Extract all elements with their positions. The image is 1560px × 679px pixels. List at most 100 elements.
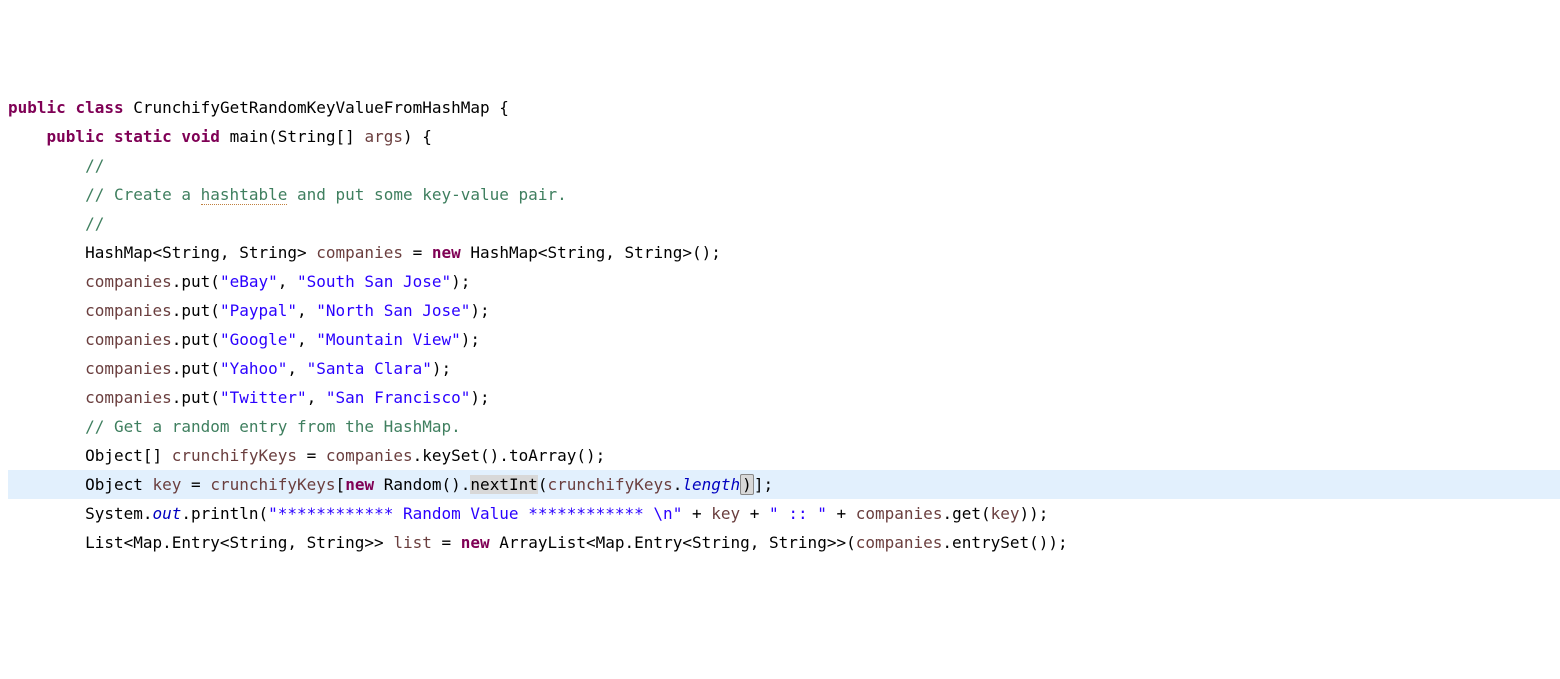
paren-close-highlight: ) — [740, 474, 754, 495]
end: ); — [461, 330, 480, 349]
method-name: main — [230, 127, 269, 146]
comma: , — [307, 388, 326, 407]
string-key: "Yahoo" — [220, 359, 287, 378]
ctor: HashMap<String, String>(); — [470, 243, 720, 262]
eq: = — [403, 243, 432, 262]
var-key: key — [153, 475, 182, 494]
var-companies: companies — [85, 272, 172, 291]
comma: , — [297, 301, 316, 320]
brace: { — [490, 98, 509, 117]
chain: .entrySet()); — [942, 533, 1067, 552]
code-line-7: companies.put("eBay", "South San Jose"); — [8, 267, 1560, 296]
type: HashMap<String, String> — [85, 243, 307, 262]
comment-warn: hashtable — [201, 185, 288, 205]
string-key: "Google" — [220, 330, 297, 349]
bracket-close: ]; — [754, 475, 773, 494]
field-length: length — [682, 475, 740, 494]
comment: // — [85, 214, 104, 233]
code-line-3: // — [8, 151, 1560, 180]
field-out: out — [153, 504, 182, 523]
nextint-highlight: nextInt — [470, 475, 537, 494]
type: List<Map.Entry<String, String>> — [85, 533, 384, 552]
put-call: .put( — [172, 272, 220, 291]
code-line-11: companies.put("Twitter", "San Francisco"… — [8, 383, 1560, 412]
string-val: "San Francisco" — [326, 388, 471, 407]
keyword-new: new — [432, 243, 461, 262]
string-key: "Paypal" — [220, 301, 297, 320]
string-val: "Santa Clara" — [307, 359, 432, 378]
keyword-new: new — [461, 533, 490, 552]
class-system: System. — [85, 504, 152, 523]
var-crunchifykeys: crunchifyKeys — [548, 475, 673, 494]
put-call: .put( — [172, 388, 220, 407]
string-val: "South San Jose" — [297, 272, 451, 291]
keyword-new: new — [345, 475, 374, 494]
var-companies: companies — [85, 330, 172, 349]
comment-pre: // Create a — [85, 185, 201, 204]
code-line-14: Object[] crunchifyKeys = companies.keySe… — [8, 441, 1560, 470]
plus: + — [827, 504, 856, 523]
eq: = — [297, 446, 326, 465]
bracket-open: [ — [336, 475, 346, 494]
code-line-10: companies.put("Yahoo", "Santa Clara"); — [8, 354, 1560, 383]
code-line-1: public class CrunchifyGetRandomKeyValueF… — [8, 93, 1560, 122]
put-call: .put( — [172, 330, 220, 349]
var-companies: companies — [326, 446, 413, 465]
plus: + — [740, 504, 769, 523]
string-val: "Mountain View" — [316, 330, 461, 349]
code-line-6: HashMap<String, String> companies = new … — [8, 238, 1560, 267]
code-line-5: // — [8, 209, 1560, 238]
end: ); — [470, 301, 489, 320]
code-line-8: companies.put("Paypal", "North San Jose"… — [8, 296, 1560, 325]
comment: // — [85, 156, 104, 175]
end: )); — [1020, 504, 1049, 523]
comment-post: and put some key-value pair. — [287, 185, 566, 204]
var-key: key — [991, 504, 1020, 523]
var-companies: companies — [856, 504, 943, 523]
code-line-16: System.out.println("************ Random … — [8, 499, 1560, 528]
var-list: list — [393, 533, 432, 552]
var-companies: companies — [856, 533, 943, 552]
string-literal: " :: " — [769, 504, 827, 523]
chain: .keySet().toArray(); — [413, 446, 606, 465]
comma: , — [287, 359, 306, 378]
code-line-2: public static void main(String[] args) { — [8, 122, 1560, 151]
var-companies: companies — [316, 243, 403, 262]
ctor: ArrayList<Map.Entry<String, String>>( — [490, 533, 856, 552]
comment: // Get a random entry from the HashMap. — [85, 417, 461, 436]
end: ); — [432, 359, 451, 378]
class-name: CrunchifyGetRandomKeyValueFromHashMap — [133, 98, 489, 117]
comma: , — [297, 330, 316, 349]
eq: = — [181, 475, 210, 494]
eq: = — [432, 533, 461, 552]
type: Object[] — [85, 446, 162, 465]
keyword-static: static — [114, 127, 172, 146]
paren-brace: ) { — [403, 127, 432, 146]
param-name: args — [364, 127, 403, 146]
println: .println( — [181, 504, 268, 523]
param-type: String[] — [278, 127, 355, 146]
code-line-4: // Create a hashtable and put some key-v… — [8, 180, 1560, 209]
dot: . — [673, 475, 683, 494]
var-companies: companies — [85, 388, 172, 407]
var-key: key — [711, 504, 740, 523]
code-line-9: companies.put("Google", "Mountain View")… — [8, 325, 1560, 354]
plus: + — [682, 504, 711, 523]
type: Object — [85, 475, 143, 494]
comma: , — [278, 272, 297, 291]
end: ); — [451, 272, 470, 291]
keyword-void: void — [181, 127, 220, 146]
put-call: .put( — [172, 359, 220, 378]
string-key: "Twitter" — [220, 388, 307, 407]
string-literal: "************ Random Value ************ … — [268, 504, 682, 523]
code-line-15-highlighted: Object key = crunchifyKeys[new Random().… — [8, 470, 1560, 499]
keyword-public: public — [47, 127, 105, 146]
string-val: "North San Jose" — [316, 301, 470, 320]
code-line-18: List<Map.Entry<String, String>> list = n… — [8, 528, 1560, 557]
keyword-public: public — [8, 98, 66, 117]
string-key: "eBay" — [220, 272, 278, 291]
end: ); — [470, 388, 489, 407]
put-call: .put( — [172, 301, 220, 320]
var-companies: companies — [85, 301, 172, 320]
get-call: .get( — [942, 504, 990, 523]
